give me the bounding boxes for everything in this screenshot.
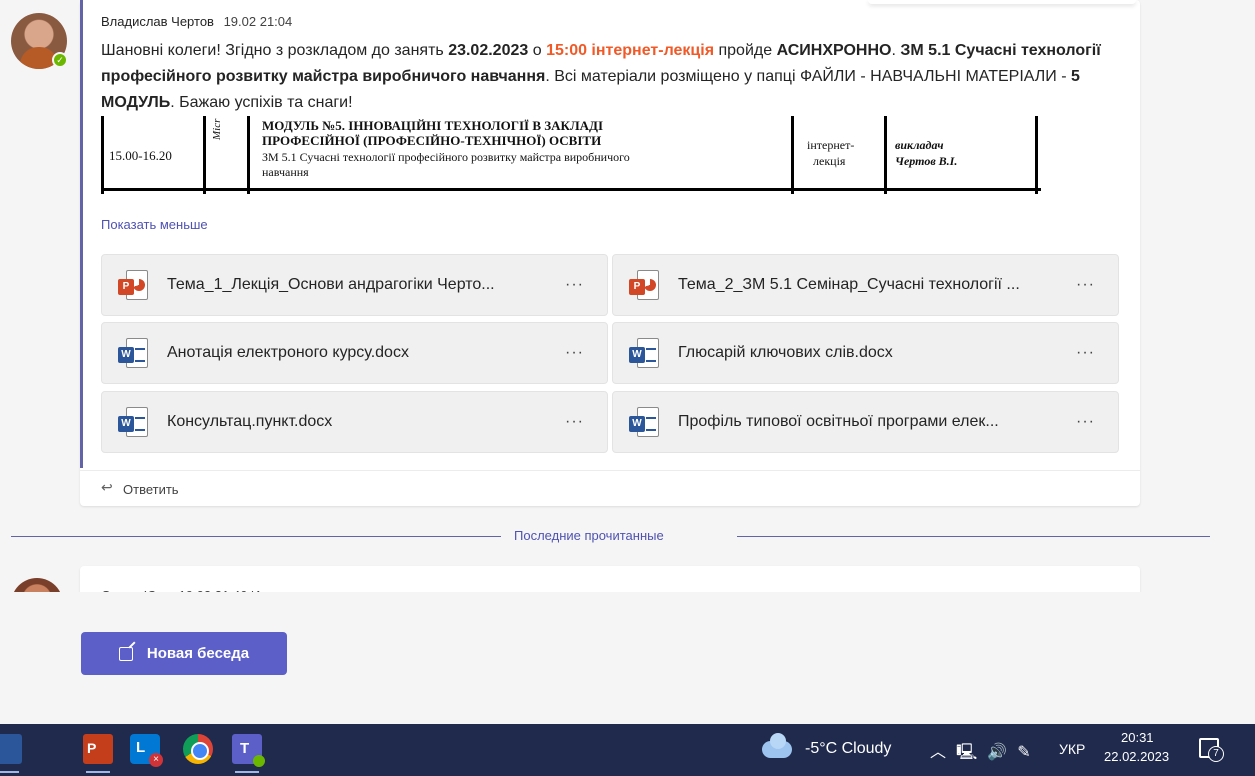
show-less-link[interactable]: Показать меньше [101, 217, 208, 232]
body-time-type: 15:00 інтернет-лекція [546, 42, 715, 59]
schedule-col-border [247, 116, 250, 194]
chevron-up-icon[interactable]: ︿ [930, 738, 948, 762]
schedule-vertical-label: Micr [211, 118, 223, 140]
schedule-image[interactable]: 15.00-16.20 Micr МОДУЛЬ №5. ІННОВАЦІЙНІ … [101, 116, 1041, 194]
new-conversation-label: Новая беседа [146, 645, 250, 662]
body-text: Шановні колеги! Згідно з розкладом до за… [101, 42, 449, 59]
body-text: . Бажаю успіхів та снаги! [170, 94, 353, 111]
new-conversation-button[interactable]: Новая беседа [81, 632, 287, 675]
body-mode: АСИНХРОННО [776, 42, 892, 59]
more-options-icon[interactable]: ··· [565, 276, 584, 294]
author-name[interactable]: Владислав Чертов [101, 14, 214, 29]
schedule-time: 15.00-16.20 [109, 148, 172, 163]
schedule-teacher: Чертов В.І. [895, 154, 958, 168]
schedule-col-border [791, 116, 794, 194]
attachment-name[interactable]: Консультац.пункт.docx [167, 413, 547, 431]
message-timestamp: 19.02 21:04 [223, 14, 293, 29]
attachment-tile[interactable]: W Глюсарій ключових слів.docx ··· [612, 322, 1119, 384]
cloud-icon[interactable] [762, 733, 792, 758]
more-options-icon[interactable]: ··· [1076, 413, 1095, 431]
schedule-topic: ЗМ 5.1 Сучасні технології професійного р… [262, 150, 630, 164]
language-indicator[interactable]: УКР [1059, 741, 1085, 757]
attachment-tile[interactable]: P Тема_1_Лекція_Основи андрагогіки Черто… [101, 254, 608, 316]
schedule-format: інтернет- [807, 138, 855, 152]
schedule-col-border [101, 116, 104, 194]
clock-date[interactable]: 22.02.2023 [1104, 749, 1169, 764]
message-actions-bar [868, 0, 1136, 4]
body-text: пройде [714, 42, 777, 59]
powerpoint-taskbar-icon[interactable] [83, 734, 113, 773]
reply-button[interactable]: Ответить [123, 482, 179, 497]
taskbar: × -5°C Cloudy ︿🖳🔊✎ УКР 20:31 22.02.2023 … [0, 724, 1255, 776]
attachment-tile[interactable]: W Консультац.пункт.docx ··· [101, 391, 608, 453]
schedule-format: лекція [813, 154, 846, 168]
attachment-tile[interactable]: W Профіль типової освітньої програми еле… [612, 391, 1119, 453]
more-options-icon[interactable]: ··· [565, 413, 584, 431]
schedule-module-heading: ПРОФЕСІЙНОЇ (ПРОФЕСІЙНО-ТЕХНІЧНОЇ) ОСВІТ… [262, 133, 602, 148]
word-file-icon: W [629, 407, 659, 437]
skype-for-business-taskbar-icon[interactable]: × [130, 734, 163, 767]
attachment-name[interactable]: Тема_2_ЗМ 5.1 Семінар_Сучасні технології… [678, 276, 1058, 294]
more-options-icon[interactable]: ··· [1076, 276, 1095, 294]
network-icon[interactable]: 🖳 [956, 741, 979, 768]
body-text: о [528, 42, 547, 59]
schedule-row-border [101, 188, 1041, 191]
schedule-col-border [203, 116, 206, 194]
clock-time[interactable]: 20:31 [1121, 730, 1154, 745]
reply-bar[interactable]: ↩ Ответить [80, 470, 1140, 506]
body-text: . Всі матеріали розміщено у папці ФАЙЛИ … [545, 68, 1072, 85]
word-file-icon: W [118, 407, 148, 437]
notification-count-badge: 7 [1208, 746, 1224, 762]
word-file-icon: W [629, 338, 659, 368]
presence-available-icon: ✓ [52, 52, 68, 68]
powerpoint-file-icon: P [629, 270, 659, 300]
weather-widget[interactable]: -5°C Cloudy [805, 740, 891, 758]
attachment-name[interactable]: Анотація електроного курсу.docx [167, 344, 547, 362]
pen-icon[interactable]: ✎ [1017, 742, 1032, 762]
compose-icon [118, 646, 133, 661]
schedule-module-heading: МОДУЛЬ №5. ІННОВАЦІЙНІ ТЕХНОЛОГІЇ В ЗАКЛ… [262, 118, 604, 133]
message-body: Шановні колеги! Згідно з розкладом до за… [101, 38, 1111, 116]
more-options-icon[interactable]: ··· [1076, 344, 1095, 362]
system-tray[interactable]: ︿ 🖳 🔊 ✎ [930, 738, 1041, 768]
attachment-name[interactable]: Тема_1_Лекція_Основи андрагогіки Черто..… [167, 276, 547, 294]
last-read-divider-line [11, 536, 501, 537]
more-options-icon[interactable]: ··· [565, 344, 584, 362]
schedule-col-border [1035, 116, 1038, 194]
word-taskbar-icon[interactable] [0, 734, 22, 773]
volume-icon[interactable]: 🔊 [987, 742, 1009, 762]
attachment-name[interactable]: Глюсарій ключових слів.docx [678, 344, 1058, 362]
teams-taskbar-icon[interactable] [232, 734, 265, 773]
attachment-tile[interactable]: W Анотація електроного курсу.docx ··· [101, 322, 608, 384]
word-file-icon: W [118, 338, 148, 368]
body-date: 23.02.2023 [448, 42, 529, 59]
attachment-name[interactable]: Профіль типової освітньої програми елек.… [678, 413, 1058, 431]
schedule-teacher: викладач [895, 138, 944, 152]
reply-arrow-icon: ↩ [101, 479, 113, 495]
attachment-tile[interactable]: P Тема_2_ЗМ 5.1 Семінар_Сучасні технолог… [612, 254, 1119, 316]
powerpoint-file-icon: P [118, 270, 148, 300]
last-read-divider-line [737, 536, 1210, 537]
chrome-taskbar-icon[interactable] [183, 734, 213, 764]
important-accent-bar [80, 0, 83, 468]
schedule-topic: навчання [262, 165, 309, 179]
last-read-divider-label: Последние прочитанные [514, 528, 664, 543]
schedule-col-border [884, 116, 887, 194]
message-header: Владислав Чертов 19.02 21:04 [101, 14, 292, 29]
